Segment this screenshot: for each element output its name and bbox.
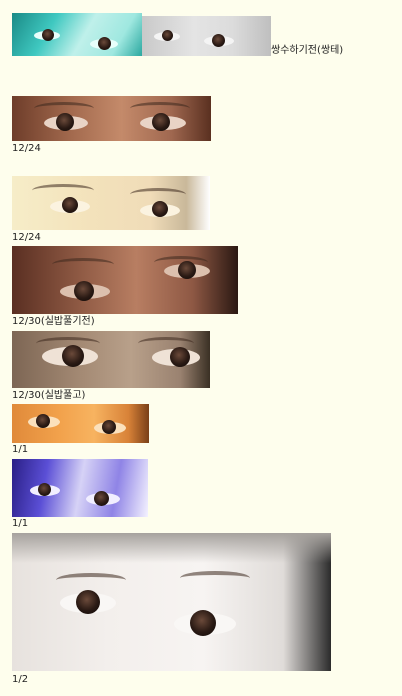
caption-date: 12/24 (12, 143, 41, 154)
caption-date: 12/30(실밥풀기전) (12, 316, 95, 327)
caption-date: 1/1 (12, 444, 29, 455)
caption-date: 1/1 (12, 518, 29, 529)
eye-photo-3 (12, 176, 210, 230)
eye-photo-6 (12, 404, 149, 443)
eye-photo-7 (12, 459, 148, 517)
eye-photo-5 (12, 331, 210, 388)
eye-photo-8 (12, 533, 331, 671)
eye-photo-4 (12, 246, 238, 314)
eye-photo-1b (142, 16, 271, 56)
caption-date: 12/30(실밥풀고) (12, 390, 86, 401)
caption-before-surgery: 쌍수하기전(쌍테) (271, 45, 344, 56)
eye-photo-2 (12, 96, 211, 141)
eye-photo-1a (12, 13, 142, 56)
caption-date: 12/24 (12, 232, 41, 243)
caption-date: 1/2 (12, 674, 29, 685)
